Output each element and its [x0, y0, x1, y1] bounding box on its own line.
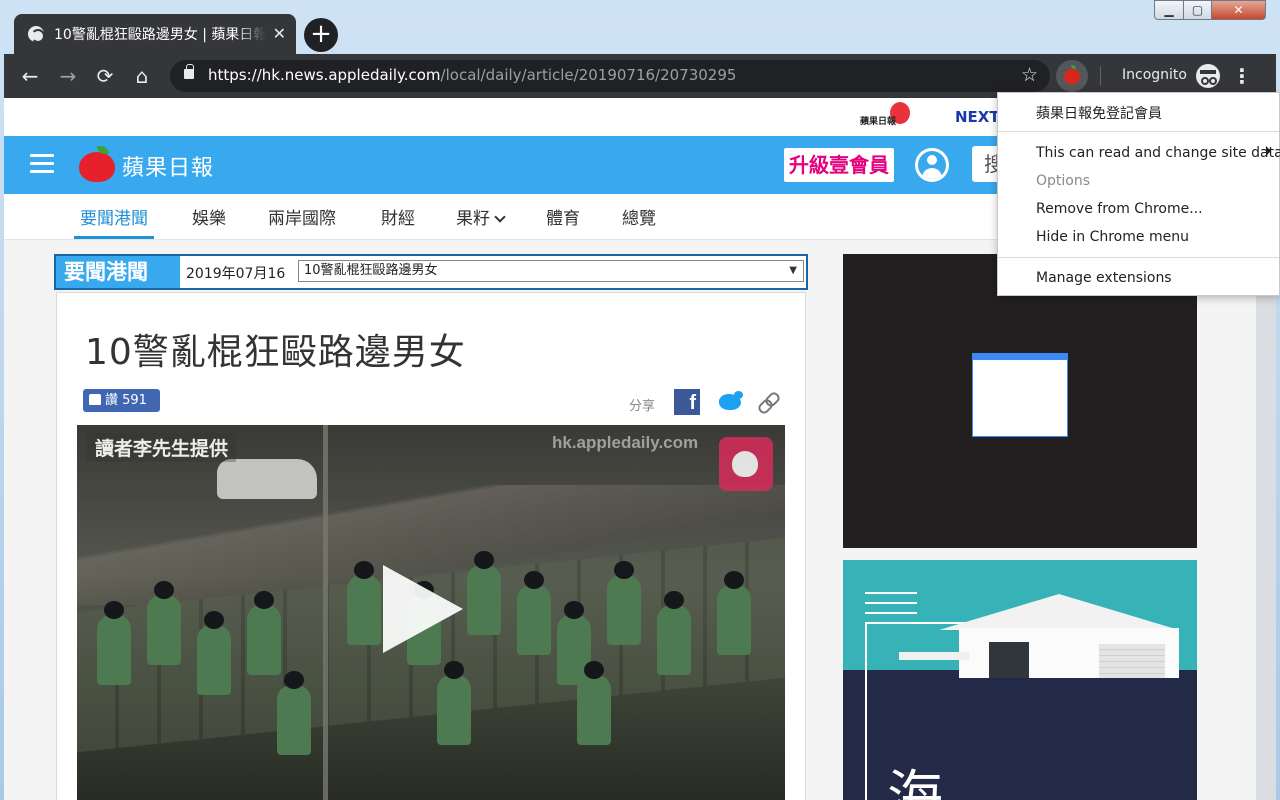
window-graphic-icon: [973, 354, 1067, 436]
section-bar: 要聞港聞 2019年07月16 10警亂棍狂毆路邊男女 ▼: [54, 254, 808, 290]
extension-context-menu: 蘋果日報免登記會員 This can read and change site …: [997, 92, 1280, 296]
apple-watermark-logo: [719, 437, 773, 491]
nav-item-sports[interactable]: 體育: [546, 204, 580, 229]
video-caption: 讀者李先生提供: [87, 433, 237, 462]
submenu-arrow-icon: [1266, 146, 1271, 156]
video-watermark: hk.appledaily.com: [552, 433, 699, 452]
forward-button[interactable]: →: [54, 62, 82, 90]
article-select[interactable]: 10警亂棍狂毆路邊男女 ▼: [298, 260, 804, 282]
ad-headline-char: 海: [887, 765, 943, 800]
browser-tab[interactable]: 10警亂棍狂毆路邊男女 | 蘋果日報 | 香港 ✕: [14, 14, 296, 54]
bookmark-star-icon[interactable]: ☆: [1021, 64, 1038, 86]
menu-item-extension-name[interactable]: 蘋果日報免登記會員: [1036, 103, 1162, 123]
video-player[interactable]: 讀者李先生提供 hk.appledaily.com: [77, 425, 785, 800]
globe-icon: [28, 26, 45, 43]
thumbs-up-icon: [89, 394, 101, 405]
user-avatar-icon[interactable]: [915, 148, 949, 182]
article-card: 10警亂棍狂毆路邊男女 讚 591 分享 f 讀者李先生提供 hk.appled…: [56, 292, 806, 800]
menu-item-site-access[interactable]: This can read and change site data: [1036, 145, 1280, 161]
twitter-share-icon[interactable]: [716, 390, 744, 414]
menu-separator: [998, 257, 1279, 258]
close-window-button[interactable]: ✕: [1212, 0, 1266, 20]
play-icon[interactable]: [383, 565, 463, 653]
home-button[interactable]: ⌂: [128, 62, 156, 90]
apple-icon: [1064, 65, 1080, 84]
incognito-icon[interactable]: [1196, 64, 1220, 88]
window-controls: ▁ ▢ ✕: [1154, 0, 1266, 20]
toolbar-separator: [1100, 66, 1101, 86]
menu-item-options: Options: [1036, 173, 1091, 189]
nav-item-entertainment[interactable]: 娛樂: [192, 204, 226, 229]
menu-separator: [998, 131, 1279, 132]
facebook-share-icon[interactable]: f: [674, 389, 700, 415]
menu-item-hide[interactable]: Hide in Chrome menu: [1036, 229, 1189, 245]
brand-name[interactable]: 蘋果日報: [122, 150, 214, 182]
url-text[interactable]: https://hk.news.appledaily.com/local/dai…: [208, 66, 736, 84]
chevron-down-icon: [494, 211, 506, 223]
advertisement-banner[interactable]: [843, 254, 1197, 548]
address-bar[interactable]: https://hk.news.appledaily.com/local/dai…: [170, 60, 1050, 92]
lock-icon[interactable]: [184, 64, 194, 79]
new-tab-button[interactable]: +: [304, 18, 338, 52]
share-label: 分享: [629, 399, 656, 414]
facebook-like-button[interactable]: 讚 591: [83, 389, 160, 412]
tab-title: 10警亂棍狂毆路邊男女 | 蘋果日報 | 香港: [54, 27, 266, 43]
nav-item-international[interactable]: 兩岸國際: [268, 204, 336, 229]
content-area: 要聞港聞 2019年07月16 10警亂棍狂毆路邊男女 ▼ 10警亂棍狂毆路邊男…: [4, 240, 1276, 800]
nav-item-overview[interactable]: 總覽: [622, 204, 656, 229]
hamburger-menu-icon[interactable]: [30, 154, 54, 174]
page-scrollbar[interactable]: [1256, 240, 1276, 800]
brand-apple-logo[interactable]: [79, 146, 115, 182]
back-button[interactable]: ←: [16, 62, 44, 90]
nav-item-lifestyle[interactable]: 果籽: [456, 204, 506, 229]
next-logo[interactable]: NEXT: [955, 108, 1000, 126]
section-date: 2019年07月16: [186, 266, 286, 282]
copy-link-icon[interactable]: [757, 391, 779, 413]
article-headline: 10警亂棍狂毆路邊男女: [85, 332, 466, 373]
car-image: [217, 459, 317, 499]
nav-item-finance[interactable]: 財經: [381, 204, 415, 229]
house-image: [899, 594, 1179, 686]
tab-close-icon[interactable]: ✕: [273, 26, 286, 42]
nav-item-news[interactable]: 要聞港聞: [74, 204, 154, 239]
section-label: 要聞港聞: [56, 256, 180, 288]
menu-item-remove[interactable]: Remove from Chrome...: [1036, 201, 1203, 217]
dropdown-arrow-icon: ▼: [789, 265, 797, 276]
partner-logo[interactable]: 蘋果日報: [860, 102, 916, 132]
tab-strip: 10警亂棍狂毆路邊男女 | 蘋果日報 | 香港 ✕ + ▁ ▢ ✕: [0, 0, 1280, 54]
reload-button[interactable]: ⟳: [91, 62, 119, 90]
menu-item-manage-extensions[interactable]: Manage extensions: [1036, 270, 1172, 286]
minimize-button[interactable]: ▁: [1154, 0, 1184, 20]
property-advertisement[interactable]: 海: [843, 560, 1197, 800]
upgrade-member-button[interactable]: 升級壹會員: [784, 148, 894, 182]
apple-daily-extension-button[interactable]: [1056, 60, 1088, 92]
maximize-button[interactable]: ▢: [1184, 0, 1212, 20]
chrome-menu-button[interactable]: ⋮: [1230, 62, 1254, 90]
incognito-label[interactable]: Incognito: [1122, 67, 1187, 83]
